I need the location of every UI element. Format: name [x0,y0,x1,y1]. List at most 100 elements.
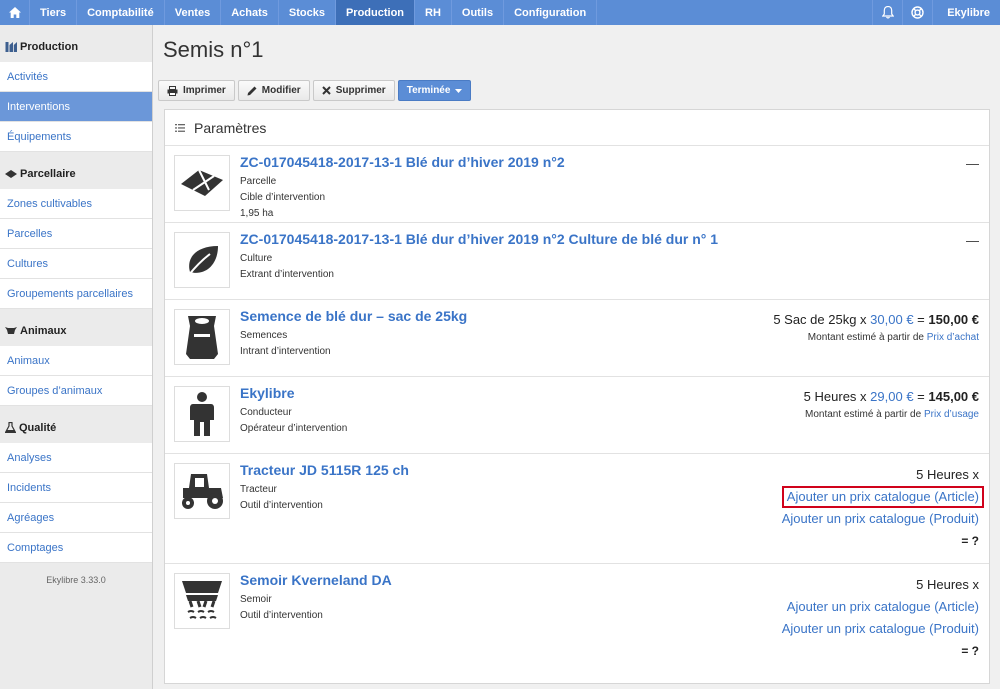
notifications-button[interactable] [872,0,902,25]
parameter-name-link[interactable]: Ekylibre [240,385,347,401]
edit-button[interactable]: Modifier [237,80,310,101]
parameter-role: Opérateur d’intervention [240,423,348,434]
parameter-name-link[interactable]: ZC-017045418-2017-13-1 Blé dur d’hiver 2… [240,154,565,170]
print-button[interactable]: Imprimer [158,80,235,101]
cost-source-note: Montant estimé à partir de [807,332,924,343]
lifebuoy-icon [911,6,924,19]
parameter-type: Semoir [240,594,272,605]
printer-icon [167,85,178,96]
sidebar-section-title: Production [20,40,79,53]
flask-icon [5,422,16,433]
cost-equals: = [917,389,925,404]
unit-price-link[interactable]: 30,00 € [870,312,913,327]
bell-icon [881,6,894,19]
parameter-row: Semoir Kverneland DA Semoir Outil d’inte… [165,564,989,674]
parameter-thumbnail [174,155,230,211]
sidebar-item-comptages[interactable]: Comptages [0,533,152,563]
print-label: Imprimer [183,85,226,96]
pencil-icon [247,86,257,95]
close-icon [321,86,331,95]
sidebar-item-parcelles[interactable]: Parcelles [0,219,152,249]
nav-tiers[interactable]: Tiers [30,0,78,25]
sidebar-item-animaux[interactable]: Animaux [0,346,152,376]
nav-rh[interactable]: RH [415,0,452,25]
parameter-type: Semences [240,330,288,341]
cost-total: 150,00 € [928,312,979,327]
production-icon [5,42,17,52]
parameter-name-link[interactable]: Semence de blé dur – sac de 25kg [240,308,467,324]
seeder-icon [182,581,222,619]
cost-equals: = [917,312,925,327]
nav-achats[interactable]: Achats [221,0,279,25]
person-icon [190,392,214,436]
sidebar-item-interventions[interactable]: Interventions [0,92,152,122]
parameter-row: Ekylibre Conducteur Opérateur d’interven… [165,377,989,454]
parameter-type: Conducteur [240,407,292,418]
sidebar-section-qualite: Qualité [0,406,152,443]
unit-price-link[interactable]: 29,00 € [870,389,913,404]
nav-outils[interactable]: Outils [452,0,505,25]
parameter-role: Intrant d’intervention [240,346,331,357]
sidebar-item-groupes-animaux[interactable]: Groupes d’animaux [0,376,152,406]
page-title: Semis n°1 [163,37,264,62]
delete-button[interactable]: Supprimer [312,80,395,101]
sidebar-item-zones-cultivables[interactable]: Zones cultivables [0,189,152,219]
cost-total: 145,00 € [928,389,979,404]
parameter-row: Tracteur JD 5115R 125 ch Tracteur Outil … [165,454,989,564]
sidebar-item-analyses[interactable]: Analyses [0,443,152,473]
sidebar-item-groupements-parcellaires[interactable]: Groupements parcellaires [0,279,152,309]
parameter-empty-value: — [966,156,979,171]
sidebar: Production Activités Interventions Équip… [0,25,153,689]
nav-comptabilite[interactable]: Comptabilité [77,0,165,25]
add-article-price-link[interactable]: Ajouter un prix catalogue (Article) [781,486,984,508]
parameter-row: Semence de blé dur – sac de 25kg Semence… [165,300,989,377]
main-content: Semis n°1 Imprimer Modifier Supprimer Te… [153,25,1000,689]
cost-source-note: Montant estimé à partir de [805,409,922,420]
cost-source: Montant estimé à partir de Prix d’usage [804,409,979,420]
parameter-role: Outil d’intervention [240,610,323,621]
sidebar-item-equipements[interactable]: Équipements [0,122,152,152]
add-article-price-link[interactable]: Ajouter un prix catalogue (Article) [782,596,979,618]
sidebar-item-incidents[interactable]: Incidents [0,473,152,503]
parameter-info: ZC-017045418-2017-13-1 Blé dur d’hiver 2… [240,231,718,283]
parameter-role: Outil d’intervention [240,500,323,511]
cost-estimate: 5 Heures x 29,00 € = 145,00 € Montant es… [804,389,979,420]
purchase-price-link[interactable]: Prix d’achat [927,332,979,343]
add-product-price-link[interactable]: Ajouter un prix catalogue (Produit) [782,618,979,640]
app-version: Ekylibre 3.33.0 [46,575,106,585]
parameter-name-link[interactable]: ZC-017045418-2017-13-1 Blé dur d’hiver 2… [240,231,718,247]
cost-estimate: 5 Heures x Ajouter un prix catalogue (Ar… [782,464,984,552]
parameter-thumbnail [174,573,230,629]
nav-ventes[interactable]: Ventes [165,0,222,25]
sidebar-section-production: Production [0,25,152,62]
nav-production[interactable]: Production [335,0,416,25]
panel-header: Paramètres [165,110,989,146]
help-button[interactable] [902,0,932,25]
cost-source: Montant estimé à partir de Prix d’achat [773,332,979,343]
sidebar-section-title: Animaux [20,324,67,337]
nav-configuration[interactable]: Configuration [504,0,598,25]
sidebar-item-activites[interactable]: Activités [0,62,152,92]
delete-label: Supprimer [335,85,386,96]
parameter-type: Parcelle [240,176,277,187]
usage-price-link[interactable]: Prix d’usage [924,409,979,420]
parameter-type: Tracteur [240,484,277,495]
parameter-name-link[interactable]: Tracteur JD 5115R 125 ch [240,462,409,478]
cost-formula: 5 Sac de 25kg x 30,00 € = 150,00 € [773,312,979,327]
parameter-thumbnail [174,309,230,365]
cost-estimate: 5 Heures x Ajouter un prix catalogue (Ar… [782,574,979,662]
sidebar-item-cultures[interactable]: Cultures [0,249,152,279]
parameter-type: Culture [240,253,273,264]
parameter-name-link[interactable]: Semoir Kverneland DA [240,572,392,588]
home-button[interactable] [0,0,30,25]
sidebar-item-agreages[interactable]: Agréages [0,503,152,533]
parameter-info: Tracteur JD 5115R 125 ch Tracteur Outil … [240,462,409,514]
state-dropdown[interactable]: Terminée [397,80,472,101]
caret-down-icon [455,88,463,93]
parameter-empty-value: — [966,233,979,248]
nav-stocks[interactable]: Stocks [279,0,336,25]
edit-label: Modifier [261,85,301,96]
add-product-price-link[interactable]: Ajouter un prix catalogue (Produit) [782,508,979,530]
parameter-row: ZC-017045418-2017-13-1 Blé dur d’hiver 2… [165,146,989,223]
user-menu[interactable]: Ekylibre [932,0,1000,25]
